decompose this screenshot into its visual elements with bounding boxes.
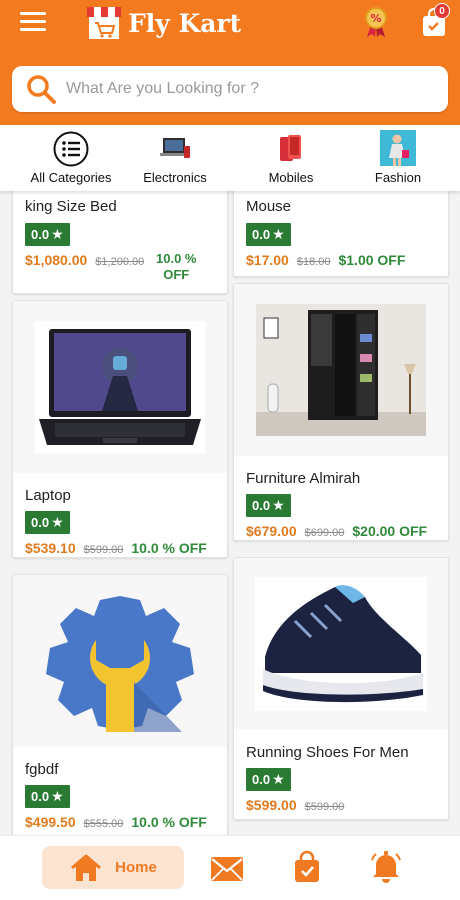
nav-home-label: Home (115, 859, 157, 876)
almirah-image (256, 304, 426, 436)
rating-value: 0.0 (252, 772, 271, 787)
product-mrp: $555.00 (83, 818, 124, 830)
rating-badge: 0.0 ★ (25, 223, 70, 246)
discount-label: 10.0 % OFF (131, 540, 207, 556)
rating-value: 0.0 (31, 515, 50, 530)
discount-label: 10.0 % OFF (131, 814, 207, 830)
price-row: $539.10 $599.00 10.0 % OFF (25, 540, 207, 556)
fashion-icon (380, 130, 416, 166)
home-icon (71, 854, 102, 881)
price-row: $499.50 $555.00 10.0 % OFF (25, 814, 207, 830)
rating-badge: 0.0 ★ (246, 223, 291, 246)
discount-label: 10.0 % OFF (156, 251, 196, 283)
product-card-mouse[interactable]: Mouse 0.0 ★ $17.00 $18.00 $1.00 OFF (233, 191, 449, 277)
star-icon: ★ (51, 226, 64, 242)
app-title: Fly Kart (128, 8, 242, 38)
product-name: fgbdf (25, 761, 59, 778)
category-fashion[interactable]: Fashion (343, 125, 453, 191)
product-mrp: $599.00 (304, 801, 345, 813)
price-row: $17.00 $18.00 $1.00 OFF (246, 252, 405, 268)
app-header: Fly Kart % 0 (0, 0, 460, 125)
rating-value: 0.0 (31, 789, 50, 804)
shopping-bag-icon[interactable] (292, 850, 322, 884)
rating-value: 0.0 (252, 498, 271, 513)
product-image (234, 558, 448, 730)
rating-badge: 0.0 ★ (246, 494, 291, 517)
product-image (234, 284, 448, 456)
star-icon: ★ (272, 497, 285, 513)
search-bar[interactable] (12, 66, 448, 112)
category-label: Mobiles (268, 170, 314, 185)
mail-icon[interactable] (210, 856, 244, 882)
product-price: $17.00 (246, 252, 289, 268)
star-icon: ★ (272, 771, 285, 787)
app-logo[interactable]: Fly Kart (84, 4, 241, 42)
settings-wrench-image (46, 596, 194, 732)
product-card-furniture-almirah[interactable]: Furniture Almirah 0.0 ★ $679.00 $699.00 $… (233, 283, 449, 541)
product-card-running-shoes[interactable]: Running Shoes For Men 0.0 ★ $599.00 $599.… (233, 557, 449, 820)
product-price: $1,080.00 (25, 252, 88, 268)
category-all[interactable]: All Categories (16, 125, 126, 191)
price-row: $599.00 $599.00 (246, 797, 344, 813)
product-name: Furniture Almirah (246, 470, 361, 487)
shop-logo-icon (87, 7, 121, 39)
shoe-image (255, 577, 427, 711)
laptop-image (35, 321, 205, 453)
electronics-icon (160, 138, 190, 158)
bottom-nav: Home (0, 835, 460, 900)
bell-icon[interactable] (370, 850, 402, 884)
nav-home-button[interactable]: Home (42, 846, 184, 889)
discount-line: OFF (163, 267, 190, 282)
rating-value: 0.0 (31, 227, 50, 242)
product-mrp: $1,200.00 (95, 256, 145, 268)
app-screen: Fly Kart % 0 What Are you Looking for ? … (0, 0, 460, 900)
product-card-laptop[interactable]: Laptop 0.0 ★ $539.10 $599.00 10.0 % OFF (12, 300, 228, 558)
product-name: Laptop (25, 487, 71, 504)
product-name: Running Shoes For Men (246, 744, 409, 761)
discount-label: $20.00 OFF (352, 523, 428, 539)
mobiles-icon (280, 135, 301, 161)
product-price: $599.00 (246, 797, 297, 813)
star-icon: ★ (51, 788, 64, 804)
category-label: Fashion (374, 170, 422, 185)
rating-value: 0.0 (252, 227, 271, 242)
list-icon (53, 131, 89, 167)
rating-badge: 0.0 ★ (25, 785, 70, 808)
product-card-fgbdf[interactable]: fgbdf 0.0 ★ $499.50 $555.00 10.0 % OFF (12, 574, 228, 835)
product-image (13, 301, 227, 473)
product-mrp: $18.00 (296, 256, 331, 268)
product-mrp: $599.00 (83, 544, 124, 556)
product-price: $539.10 (25, 540, 76, 556)
product-price: $679.00 (246, 523, 297, 539)
rating-badge: 0.0 ★ (246, 768, 291, 791)
price-row: $679.00 $699.00 $20.00 OFF (246, 523, 427, 539)
star-icon: ★ (51, 514, 64, 530)
discount-label: $1.00 OFF (338, 252, 406, 268)
category-bar: All Categories Electronics Mobiles Fashi… (0, 125, 460, 191)
offer-badge-icon[interactable]: % (362, 6, 390, 38)
category-electronics[interactable]: Electronics (120, 125, 230, 191)
product-mrp: $699.00 (304, 527, 345, 539)
menu-icon[interactable] (20, 12, 46, 34)
product-card-king-size-bed[interactable]: king Size Bed 0.0 ★ $1,080.00 $1,200.00 1… (12, 191, 228, 294)
category-mobiles[interactable]: Mobiles (236, 125, 346, 191)
product-name: Mouse (246, 198, 292, 215)
rating-badge: 0.0 ★ (25, 511, 70, 534)
product-price: $499.50 (25, 814, 76, 830)
star-icon: ★ (272, 226, 285, 242)
product-image (13, 575, 227, 747)
search-input[interactable] (66, 80, 426, 98)
search-icon[interactable] (24, 72, 58, 106)
category-label: Electronics (143, 170, 207, 185)
price-row: $1,080.00 $1,200.00 (25, 252, 144, 268)
category-label: All Categories (30, 170, 112, 185)
cart-count-badge: 0 (434, 3, 450, 19)
svg-text:%: % (370, 12, 381, 25)
product-grid: king Size Bed 0.0 ★ $1,080.00 $1,200.00 1… (0, 191, 460, 835)
product-name: king Size Bed (25, 198, 117, 215)
discount-line: 10.0 % (156, 251, 197, 266)
